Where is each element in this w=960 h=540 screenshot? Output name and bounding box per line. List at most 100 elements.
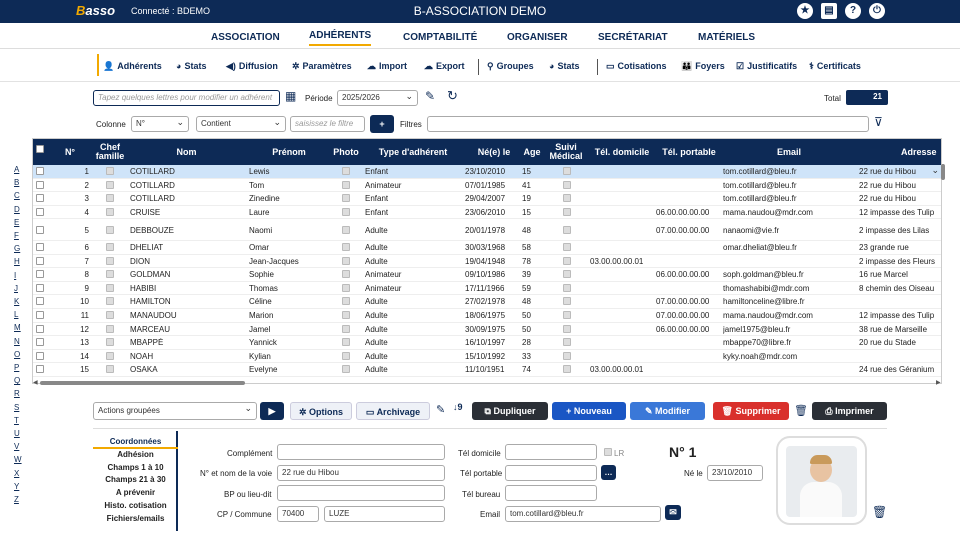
table-row[interactable]: 9 HABIBI Thomas Animateur 17/11/1966 59 thomas…: [33, 282, 941, 296]
suivi-checkbox[interactable]: [563, 194, 571, 203]
tab-2[interactable]: Champs 1 à 10: [93, 463, 178, 472]
photo-checkbox[interactable]: [342, 365, 350, 374]
imprimer-button[interactable]: ⎙ Imprimer: [812, 402, 887, 420]
edit-icon[interactable]: ✎: [425, 89, 435, 103]
table-row[interactable]: 13 MBAPPÉ Yannick Adulte 16/10/1997 28 mbappe7…: [33, 336, 941, 350]
row-checkbox[interactable]: [36, 270, 44, 279]
subnav-stats[interactable]: ◕ Stats: [176, 61, 206, 71]
subnav-stats-groupes[interactable]: ◕ Stats: [549, 61, 579, 71]
scroll-left-icon[interactable]: ◀: [33, 379, 38, 386]
photo-checkbox[interactable]: [342, 351, 350, 360]
chef-famille-checkbox[interactable]: [106, 311, 114, 319]
subnav-foyers[interactable]: 👪 Foyers: [681, 61, 725, 72]
chef-famille-checkbox[interactable]: [106, 338, 114, 347]
letter-i[interactable]: I: [14, 271, 16, 280]
letter-k[interactable]: K: [14, 297, 19, 306]
subnav-import[interactable]: ☁ Import: [367, 61, 407, 72]
photo-checkbox[interactable]: [342, 207, 350, 216]
row-checkbox[interactable]: [36, 283, 44, 292]
row-checkbox[interactable]: [36, 351, 44, 360]
letter-q[interactable]: Q: [14, 376, 20, 385]
tab-6[interactable]: Fichiers/emails: [93, 514, 178, 523]
letter-g[interactable]: G: [14, 244, 20, 253]
letter-v[interactable]: V: [14, 442, 19, 451]
dupliquer-button[interactable]: ⧉ Dupliquer: [472, 402, 548, 420]
table-row[interactable]: 6 DHELIAT Omar Adulte 30/03/1968 58 omar.dheli…: [33, 241, 941, 255]
select-all-checkbox[interactable]: [36, 145, 44, 153]
chef-famille-checkbox[interactable]: [106, 324, 114, 333]
search-input[interactable]: Tapez quelques lettres pour modifier un …: [93, 90, 280, 106]
delete-photo-icon[interactable]: 🗑: [872, 505, 887, 519]
chef-famille-checkbox[interactable]: [106, 226, 114, 235]
table-row[interactable]: 4 CRUISE Laure Enfant 23/06/2010 15 06.00.00.0…: [33, 206, 941, 220]
suivi-checkbox[interactable]: [563, 270, 571, 279]
suivi-checkbox[interactable]: [563, 297, 571, 306]
suivi-checkbox[interactable]: [563, 226, 571, 235]
suivi-checkbox[interactable]: [563, 167, 571, 175]
letter-j[interactable]: J: [14, 284, 18, 293]
lr-checkbox[interactable]: [604, 448, 612, 456]
nav-secretariat[interactable]: SECRÉTARIAT: [598, 32, 668, 43]
subnav-groupes[interactable]: ⚲ Groupes: [487, 61, 534, 72]
table-row[interactable]: 12 MARCEAU Jamel Adulte 30/09/1975 50 06.00.00…: [33, 323, 941, 337]
photo-checkbox[interactable]: [342, 243, 350, 251]
photo-checkbox[interactable]: [342, 270, 350, 279]
clear-icon[interactable]: ✎: [436, 403, 445, 416]
letter-h[interactable]: H: [14, 257, 20, 266]
tab-1[interactable]: Adhésion: [93, 450, 178, 459]
book-icon[interactable]: ▤: [821, 3, 837, 19]
col-suivi[interactable]: Suivi Médical: [547, 139, 585, 165]
calendar-icon[interactable]: ▦: [285, 89, 296, 103]
mode-select[interactable]: Contient: [196, 116, 286, 132]
row-checkbox[interactable]: [36, 207, 44, 216]
chef-famille-checkbox[interactable]: [106, 351, 114, 360]
member-photo[interactable]: [776, 436, 867, 525]
letter-d[interactable]: D: [14, 205, 20, 214]
letter-a[interactable]: A: [14, 165, 19, 174]
row-checkbox[interactable]: [36, 243, 44, 251]
table-row[interactable]: 2 COTILLARD Tom Animateur 07/01/1985 41 tom.co…: [33, 179, 941, 193]
row-checkbox[interactable]: [36, 297, 44, 306]
chef-famille-checkbox[interactable]: [106, 167, 114, 175]
col-prenom[interactable]: Prénom: [246, 139, 332, 165]
filter-input[interactable]: saisissez le filtre: [290, 116, 365, 132]
scroll-right-icon[interactable]: ▶: [936, 379, 941, 386]
options-button[interactable]: ✲ Options: [290, 402, 352, 420]
actions-groupees-select[interactable]: Actions groupées: [93, 402, 257, 420]
table-row[interactable]: 8 GOLDMAN Sophie Animateur 09/10/1986 39 06.00…: [33, 268, 941, 282]
help-icon[interactable]: ?: [845, 3, 861, 19]
complement-input[interactable]: [277, 444, 445, 460]
nav-organiser[interactable]: ORGANISER: [507, 32, 568, 43]
clear-filter-icon[interactable]: ⊽: [874, 115, 883, 129]
table-row[interactable]: 5 DEBBOUZE Naomi Adulte 20/01/1978 48 07.00.00…: [33, 221, 941, 241]
subnav-diffusion[interactable]: ◀) Diffusion: [226, 61, 278, 72]
table-row[interactable]: 7 DION Jean-Jacques Adulte 19/04/1948 78 03.00…: [33, 255, 941, 269]
letter-t[interactable]: T: [14, 416, 19, 425]
colonne-select[interactable]: N°: [131, 116, 189, 132]
sms-icon[interactable]: …: [601, 465, 616, 480]
subnav-justificatifs[interactable]: ☑ Justificatifs: [736, 61, 797, 72]
row-checkbox[interactable]: [36, 311, 44, 319]
subnav-export[interactable]: ☁ Export: [424, 61, 465, 72]
filters-field[interactable]: [427, 116, 869, 132]
suivi-checkbox[interactable]: [563, 351, 571, 360]
col-tel-portable[interactable]: Tél. portable: [655, 139, 723, 165]
suivi-checkbox[interactable]: [563, 283, 571, 292]
col-ne-le[interactable]: Né(e) le: [465, 139, 523, 165]
tab-0[interactable]: Coordonnées: [93, 437, 178, 449]
row-checkbox[interactable]: [36, 226, 44, 235]
letter-e[interactable]: E: [14, 218, 19, 227]
bp-input[interactable]: [277, 485, 445, 501]
col-adresse[interactable]: Adresse: [901, 139, 941, 165]
letter-p[interactable]: P: [14, 363, 19, 372]
modifier-button[interactable]: ✎ Modifier: [630, 402, 705, 420]
run-action-button[interactable]: ▶: [260, 402, 284, 420]
letter-y[interactable]: Y: [14, 482, 19, 491]
letter-b[interactable]: B: [14, 178, 19, 187]
nav-adherents[interactable]: ADHÉRENTS: [309, 30, 372, 46]
photo-checkbox[interactable]: [342, 180, 350, 189]
nav-materiels[interactable]: MATÉRIELS: [698, 32, 755, 43]
letter-o[interactable]: O: [14, 350, 20, 359]
table-row[interactable]: 11 MANAUDOU Marion Adulte 18/06/1975 50 07.00.…: [33, 309, 941, 323]
subnav-adherents[interactable]: 👤 Adhérents: [103, 61, 162, 72]
